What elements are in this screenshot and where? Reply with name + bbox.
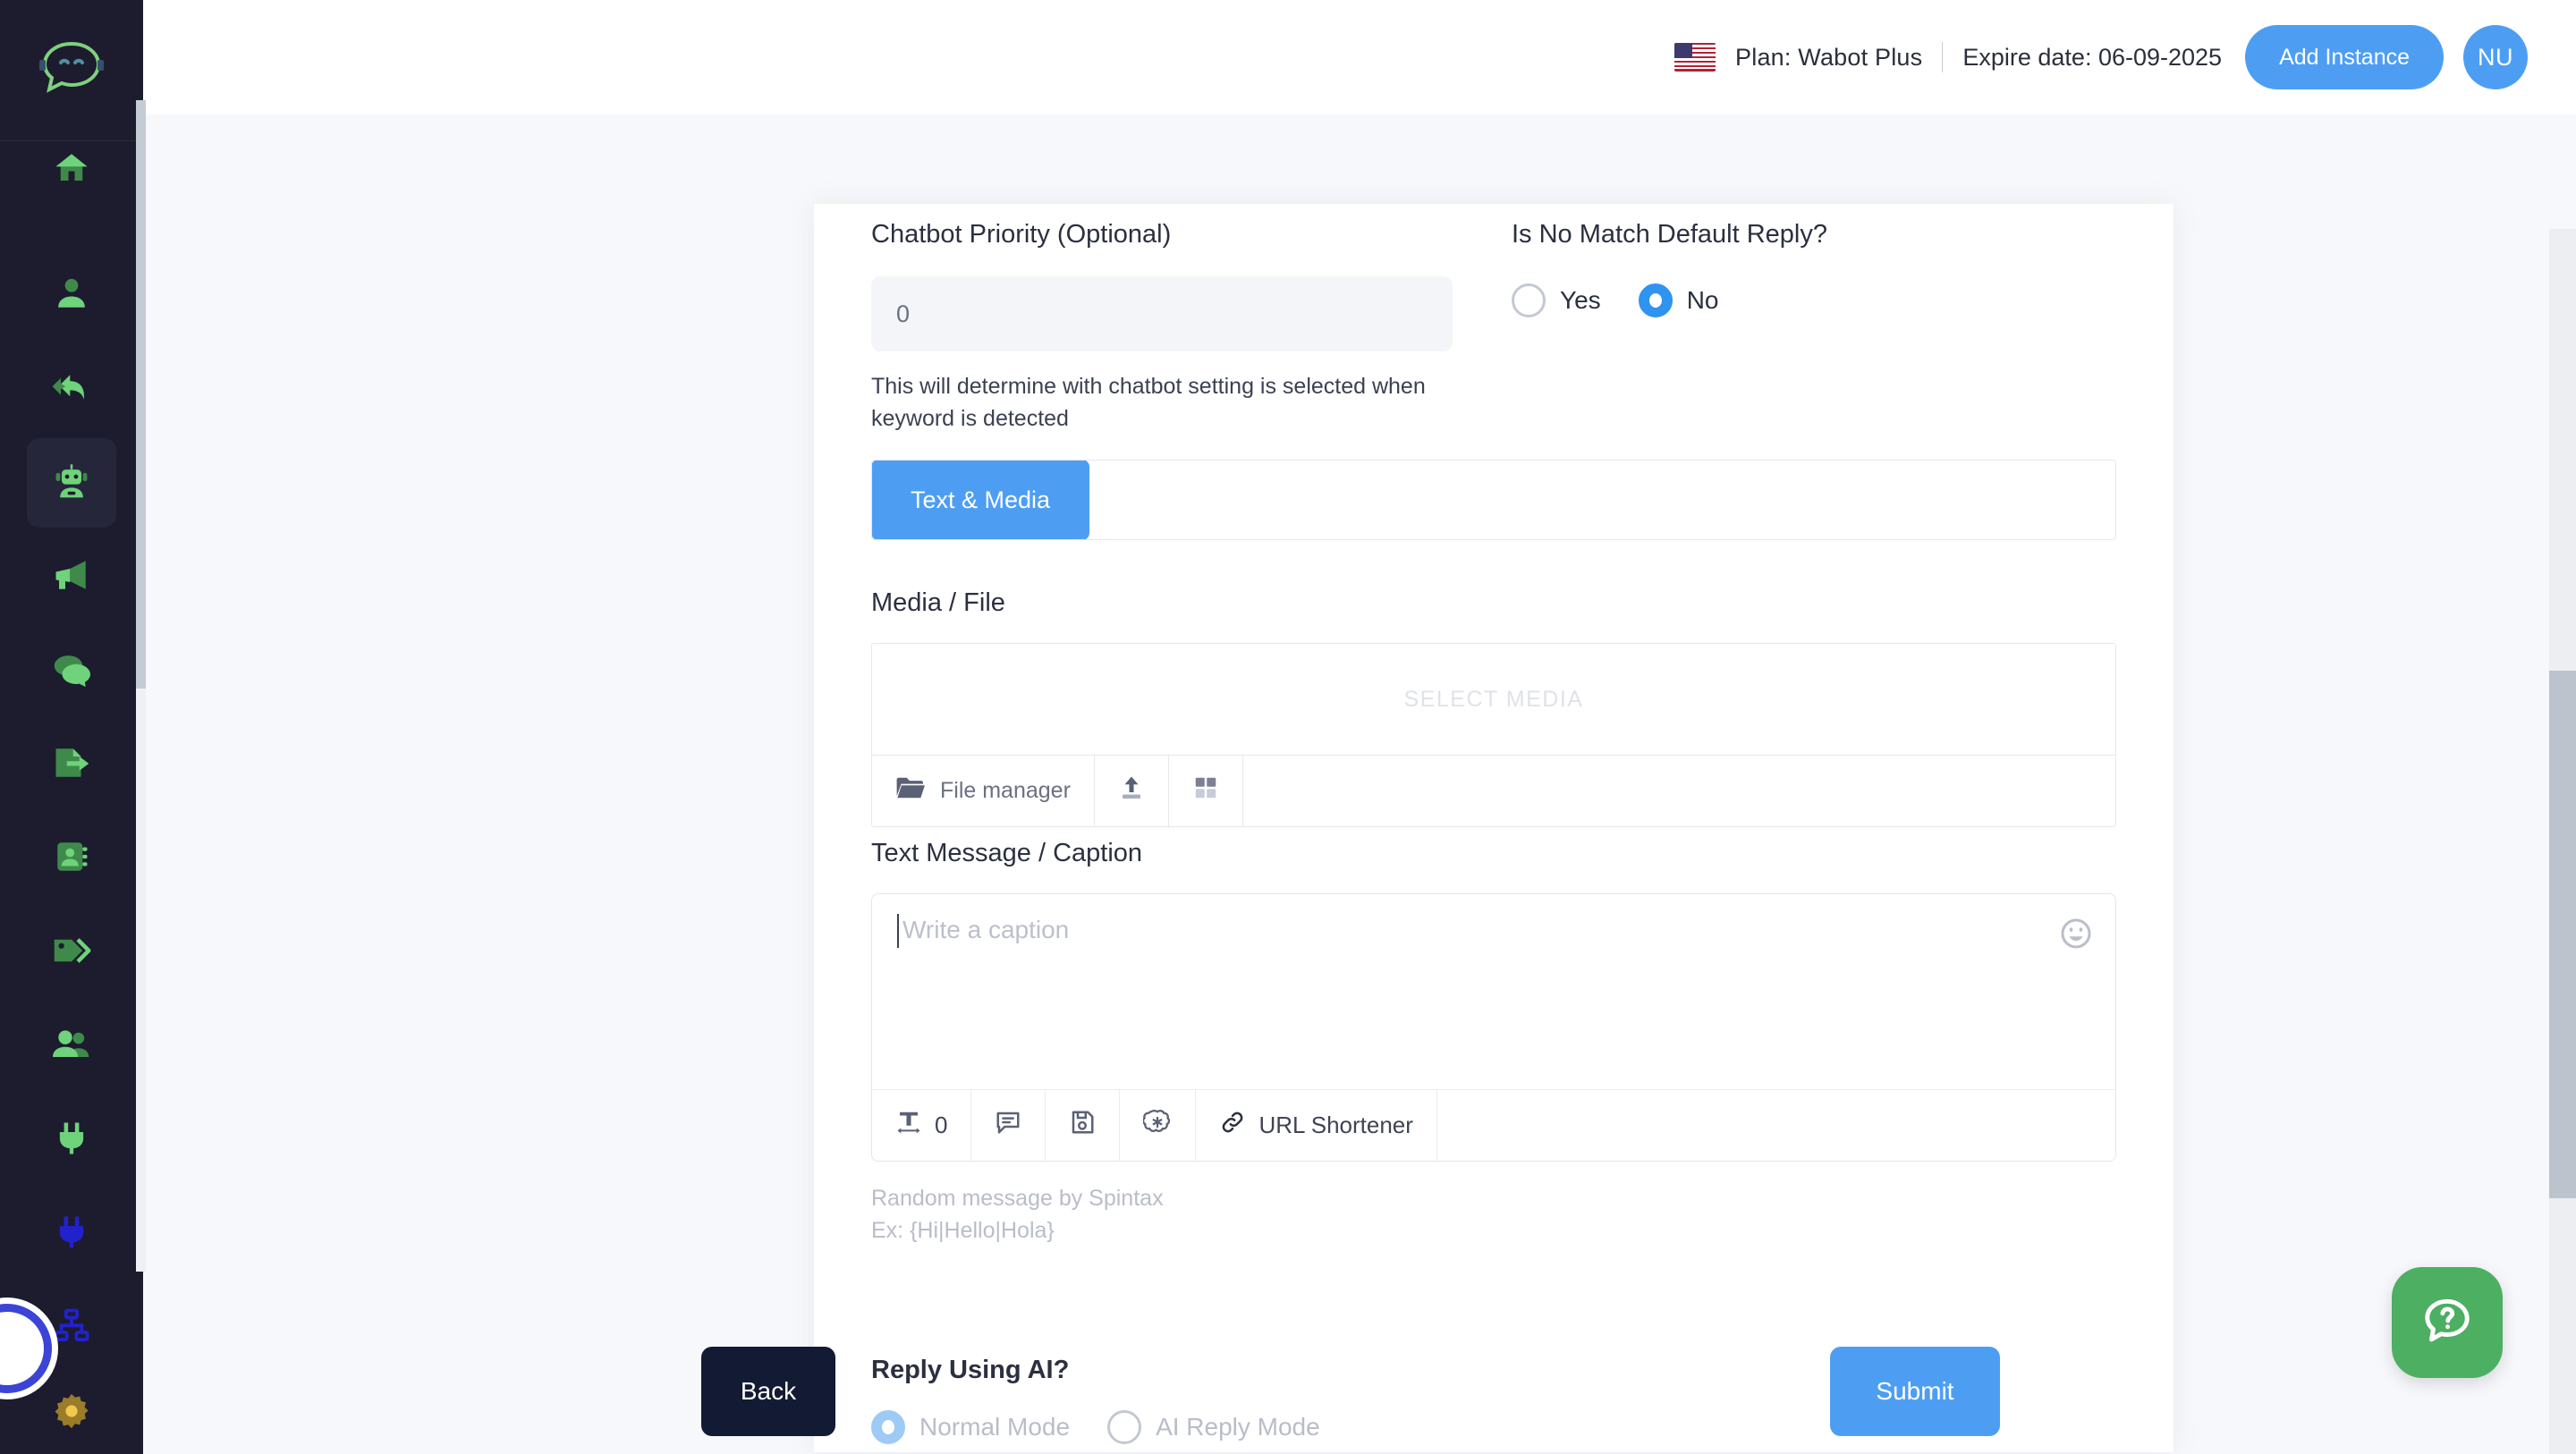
caption-textarea[interactable]: Write a caption	[872, 894, 2115, 1089]
caption-box: Write a caption 0 URL Shortener	[871, 893, 2116, 1162]
char-counter[interactable]: 0	[872, 1090, 972, 1161]
caption-placeholder: Write a caption	[902, 916, 1070, 943]
users-icon	[49, 1026, 94, 1068]
save-template-button[interactable]	[1046, 1090, 1121, 1161]
sidebar-item-auto-reply[interactable]	[27, 344, 116, 434]
link-icon	[1219, 1109, 1246, 1142]
no-match-yes-label: Yes	[1560, 286, 1601, 314]
priority-input[interactable]	[871, 276, 1453, 351]
sidebar-item-campaign[interactable]	[27, 532, 116, 621]
no-match-label: Is No Match Default Reply?	[1512, 220, 1827, 249]
url-shortener-label: URL Shortener	[1258, 1112, 1413, 1138]
media-dropzone[interactable]: SELECT MEDIA	[872, 644, 2115, 755]
sidebar-item-home[interactable]	[27, 125, 116, 215]
chat-logo-icon	[38, 40, 106, 100]
folder-icon	[895, 775, 926, 807]
file-manager-button[interactable]: File manager	[872, 756, 1095, 826]
sidebar-scrollbar-thumb[interactable]	[136, 100, 146, 689]
sidebar	[0, 0, 146, 1454]
message-template-icon	[995, 1109, 1021, 1142]
header-divider	[1942, 42, 1944, 72]
avatar[interactable]: NU	[2463, 25, 2528, 89]
sidebar-item-phonebook[interactable]	[27, 814, 116, 903]
char-count-value: 0	[935, 1112, 948, 1138]
ai-assist-button[interactable]	[1120, 1090, 1197, 1161]
priority-hint: This will determine with chatbot setting…	[871, 374, 1426, 431]
floppy-save-icon	[1069, 1109, 1096, 1142]
upload-icon	[1118, 774, 1145, 807]
no-match-option-yes[interactable]: Yes	[1512, 283, 1601, 317]
submit-button[interactable]: Submit	[1830, 1347, 2000, 1436]
sidebar-item-contacts[interactable]	[27, 250, 116, 340]
grid-view-button[interactable]	[1169, 756, 1243, 826]
media-actions: File manager	[872, 755, 2115, 826]
plan-label: Plan: Wabot Plus	[1735, 43, 1923, 71]
help-chat-icon	[2419, 1293, 2475, 1353]
smiley-icon[interactable]	[2060, 917, 2092, 950]
file-export-icon	[50, 744, 93, 786]
openai-icon	[1142, 1108, 1172, 1143]
sidebar-item-api[interactable]	[27, 1095, 116, 1185]
us-flag-icon	[1674, 43, 1716, 72]
sitemap-icon	[51, 1307, 92, 1349]
sidebar-item-groups[interactable]	[27, 1002, 116, 1091]
sidebar-item-chats[interactable]	[27, 626, 116, 715]
megaphone-icon	[50, 556, 93, 598]
back-button[interactable]: Back	[701, 1347, 835, 1436]
plug-green-icon	[53, 1120, 90, 1162]
no-match-no-label: No	[1686, 286, 1719, 314]
chat-bubbles-icon	[50, 650, 93, 692]
form-action-bar: Back Submit	[671, 1329, 2030, 1454]
tag-icon	[49, 932, 94, 974]
sidebar-item-labels[interactable]	[27, 908, 116, 997]
home-icon	[51, 149, 92, 191]
gear-icon	[52, 1391, 91, 1435]
radio-dot-on	[1638, 283, 1673, 317]
contact-book-icon	[51, 838, 92, 880]
caption-toolbar: 0 URL Shortener	[872, 1089, 2115, 1161]
media-label: Media / File	[871, 588, 1005, 617]
user-icon	[53, 275, 90, 317]
media-box: SELECT MEDIA File manager	[871, 643, 2116, 827]
sidebar-item-chatbot[interactable]	[27, 438, 116, 528]
sidebar-item-settings[interactable]	[27, 1368, 116, 1454]
text-width-icon	[895, 1109, 922, 1142]
file-manager-label: File manager	[940, 778, 1071, 803]
priority-label: Chatbot Priority (Optional)	[871, 220, 1172, 249]
chatbot-form-card: Chatbot Priority (Optional) This will de…	[814, 204, 2174, 1452]
no-match-option-no[interactable]: No	[1638, 283, 1719, 317]
tab-text-and-media[interactable]: Text & Media	[872, 461, 1090, 539]
sidebar-item-export[interactable]	[27, 720, 116, 809]
app-logo[interactable]	[0, 0, 143, 139]
grid-icon	[1192, 774, 1219, 807]
plug-blue-icon	[53, 1213, 90, 1255]
text-caret	[897, 914, 899, 948]
page-background: Chatbot Priority (Optional) This will de…	[143, 114, 2576, 1454]
reply-icon	[50, 368, 93, 410]
expire-date-label: Expire date: 06-09-2025	[1962, 43, 2223, 71]
top-header: Plan: Wabot Plus Expire date: 06-09-2025…	[143, 0, 2576, 114]
sidebar-item-webhook[interactable]	[27, 1189, 116, 1279]
url-shortener-button[interactable]: URL Shortener	[1196, 1090, 1437, 1161]
content-type-tabbar: Text & Media	[871, 460, 2116, 540]
robot-icon	[51, 461, 92, 505]
upload-button[interactable]	[1095, 756, 1169, 826]
saved-reply-button[interactable]	[971, 1090, 1046, 1161]
help-button[interactable]	[2392, 1267, 2503, 1378]
add-instance-button[interactable]: Add Instance	[2245, 25, 2444, 89]
page-scrollbar-thumb[interactable]	[2549, 671, 2576, 1198]
caption-label: Text Message / Caption	[871, 839, 1143, 867]
radio-dot-off	[1512, 283, 1546, 317]
spintax-hint-line1: Random message by Spintax	[871, 1186, 1164, 1211]
spintax-hint-line2: Ex: {Hi|Hello|Hola}	[871, 1217, 1055, 1243]
